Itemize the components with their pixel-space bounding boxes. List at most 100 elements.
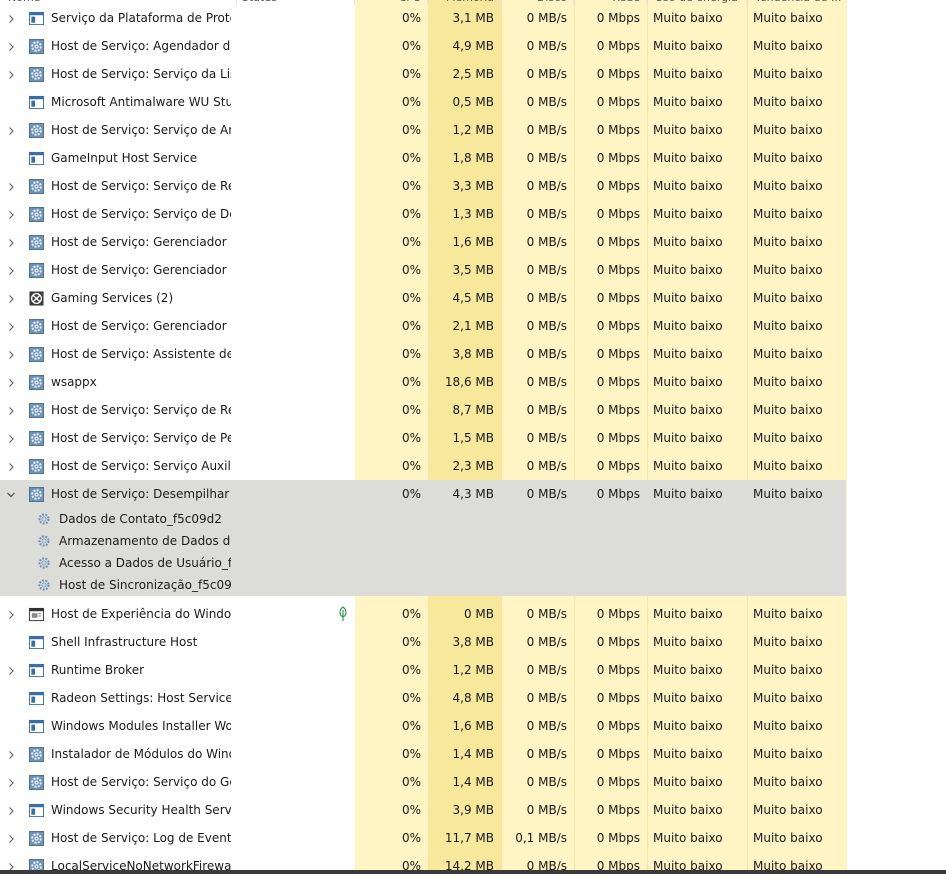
chevron-right-icon[interactable] [6,209,16,219]
process-row[interactable]: Host de Serviço: Gerenciador de... 0% 2,1 … [0,312,946,340]
chevron-right-icon[interactable] [6,321,16,331]
process-row[interactable]: Shell Infrastructure Host 0% 3,8 MB 0 MB/s 0… [0,628,946,656]
process-row[interactable]: wsappx 0% 18,6 MB 0 MB/s 0 Mbps Muito baixo Mu… [0,368,946,396]
process-row[interactable]: Host de Serviço: Serviço de Perfi... 0% 1,… [0,424,946,452]
gear-icon [29,179,44,194]
process-row[interactable]: Host de Serviço: Serviço Auxiliar... 0% 2,… [0,452,946,480]
chevron-right-icon[interactable] [6,405,16,415]
process-row[interactable]: Host de Serviço: Log de Eventos... 0% 11,7… [0,824,946,852]
chevron-right-icon[interactable] [6,13,16,23]
process-row[interactable]: Host de Serviço: Serviço de Rede 0% 3,3 MB… [0,172,946,200]
chevron-right-icon[interactable] [6,69,16,79]
memory-value: 3,8 MB [452,635,494,649]
column-header-power-trend[interactable]: Tendência de ... [755,0,845,7]
memory-value: 1,8 MB [452,151,494,165]
process-row[interactable]: LocalServiceNoNetworkFirewall 0% 14,2 MB 0 … [0,852,946,880]
chevron-right-icon[interactable] [6,41,16,51]
memory-value: 8,7 MB [452,403,494,417]
network-value: 0 Mbps [596,487,640,501]
process-row[interactable]: Host de Serviço: Agendador de ... 0% 4,9 M… [0,32,946,60]
process-row[interactable]: Host de Experiência do Window... 0% 0 MB 0 … [0,600,946,628]
column-header-name[interactable]: Nome [8,0,128,7]
chevron-right-icon[interactable] [6,181,16,191]
process-row[interactable]: GameInput Host Service 0% 1,8 MB 0 MB/s 0 Mb… [0,144,946,172]
cpu-value: 0% [401,831,421,845]
disk-value: 0 MB/s [526,487,567,501]
process-row[interactable]: Host de Serviço: Serviço de Des... 0% 1,3 … [0,200,946,228]
disk-value: 0 MB/s [526,235,567,249]
header-separator[interactable] [236,0,237,5]
column-header-status[interactable]: Status [242,0,322,7]
process-row[interactable]: Runtime Broker 0% 1,2 MB 0 MB/s 0 Mbps Muito … [0,656,946,684]
chevron-right-icon[interactable] [6,833,16,843]
process-row[interactable]: Host de Serviço: Serviço do Ger... 0% 1,4 … [0,768,946,796]
header-separator[interactable] [500,0,501,5]
header-separator[interactable] [573,0,574,5]
disk-value: 0 MB/s [526,151,567,165]
chevron-right-icon[interactable] [6,433,16,443]
process-name: Windows Security Health Service [51,803,231,817]
power-usage-value: Muito baixo [653,67,723,81]
child-process-row[interactable]: Armazenamento de Dados de ... [0,530,846,552]
process-row[interactable]: Windows Security Health Service 0% 3,9 MB 0… [0,796,946,824]
chevron-right-icon[interactable] [6,461,16,471]
column-header-disk[interactable]: Disco [501,0,567,7]
child-process-row[interactable]: Host de Sincronização_f5c09d2 [0,574,846,596]
chevron-right-icon[interactable] [6,665,16,675]
process-row[interactable]: Instalador de Módulos do Wind... 0% 1,4 MB… [0,740,946,768]
process-row[interactable]: Serviço da Plataforma de Proteç... 0% 3,1 … [0,4,946,32]
power-trend-value: Muito baixo [753,375,823,389]
child-process-row[interactable]: Dados de Contato_f5c09d2 [0,508,846,530]
memory-value: 1,4 MB [452,775,494,789]
gear-icon [29,123,44,138]
gear-icon [29,39,44,54]
column-header-network[interactable]: Rede [574,0,640,7]
chevron-right-icon[interactable] [6,805,16,815]
chevron-right-icon[interactable] [6,293,16,303]
header-separator[interactable] [354,0,355,5]
chevron-right-icon[interactable] [6,377,16,387]
process-row[interactable]: Host de Serviço: Gerenciador de... 0% 3,5 … [0,256,946,284]
process-row[interactable]: Windows Modules Installer Wor... 0% 1,6 MB… [0,712,946,740]
chevron-down-icon[interactable] [6,489,16,499]
disk-value: 0 MB/s [526,207,567,221]
process-row[interactable]: Host de Serviço: Serviço de Rep... 0% 8,7 … [0,396,946,424]
app-window-icon [29,635,44,650]
process-row[interactable]: Host de Serviço: Gerenciador de... 0% 1,6 … [0,228,946,256]
chevron-right-icon[interactable] [6,237,16,247]
process-row[interactable]: Host de Serviço: Serviço da Lista... 0% 2,… [0,60,946,88]
chevron-right-icon[interactable] [6,349,16,359]
process-row[interactable]: Host de Serviço: Serviço de Arm... 0% 1,2 … [0,116,946,144]
process-row[interactable]: Host de Serviço: Desempilhar Gr... 0% 4,3 … [0,480,846,508]
gear-icon [29,431,44,446]
power-trend-value: Muito baixo [753,347,823,361]
network-value: 0 Mbps [596,691,640,705]
header-separator[interactable] [427,0,428,5]
network-value: 0 Mbps [596,235,640,249]
power-usage-value: Muito baixo [653,319,723,333]
header-separator[interactable] [746,0,747,5]
column-header-cpu[interactable]: CPU [355,0,421,7]
chevron-right-icon[interactable] [6,609,16,619]
network-value: 0 Mbps [596,459,640,473]
disk-value: 0 MB/s [526,11,567,25]
chevron-right-icon[interactable] [6,125,16,135]
cpu-value: 0% [401,123,421,137]
process-row[interactable]: Host de Serviço: Assistente de C... 0% 3,8… [0,340,946,368]
cpu-value: 0% [401,487,421,501]
child-process-name: Acesso a Dados de Usuário_f5... [59,556,231,570]
column-header-memory[interactable]: Memória [428,0,494,7]
process-row[interactable]: Gaming Services (2) 0% 4,5 MB 0 MB/s 0 Mbps M… [0,284,946,312]
cpu-value: 0% [401,347,421,361]
process-row[interactable]: Radeon Settings: Host Service 0% 4,8 MB 0 M… [0,684,946,712]
child-process-row[interactable]: Acesso a Dados de Usuário_f5... [0,552,846,574]
process-name: wsappx [51,375,97,389]
chevron-right-icon[interactable] [6,749,16,759]
column-header-power[interactable]: Uso de energia [655,0,745,7]
process-row[interactable]: Microsoft Antimalware WU Stub 0% 0,5 MB 0 M… [0,88,946,116]
header-separator[interactable] [646,0,647,5]
chevron-right-icon[interactable] [6,265,16,275]
app-window-icon [29,663,44,678]
gear-icon [29,263,44,278]
chevron-right-icon[interactable] [6,777,16,787]
